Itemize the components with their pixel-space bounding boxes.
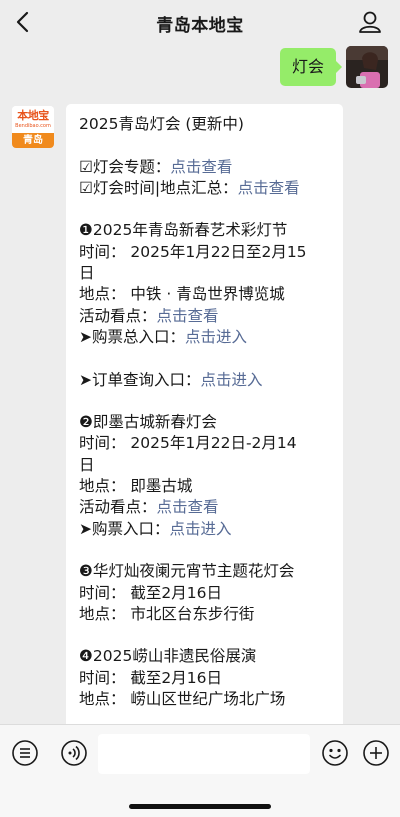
- message-text: ❶2025年青岛新春艺术彩灯节: [79, 221, 288, 240]
- person-icon[interactable]: [356, 8, 384, 36]
- user-avatar[interactable]: [346, 46, 388, 88]
- message-link[interactable]: 点击进入: [170, 520, 232, 538]
- bendibao-logo: 本地宝 Bendibao.com: [12, 106, 54, 134]
- message-text: ☑灯会时间|地点汇总：: [79, 178, 238, 197]
- message-text: ➤订单查询入口：: [79, 370, 201, 389]
- message-link[interactable]: 点击查看: [238, 179, 300, 197]
- message-text: 地点： 崂山区世纪广场北广场: [79, 690, 286, 709]
- message-line: 日: [79, 263, 333, 284]
- message-line: [79, 540, 333, 561]
- input-bar: [0, 724, 400, 817]
- message-text: 地点： 即墨古城: [79, 477, 193, 496]
- message-text: 时间： 截至2月16日: [79, 668, 223, 687]
- message-line: [79, 348, 333, 369]
- message-line: 时间： 2025年1月22日-2月14: [79, 433, 333, 454]
- message-link[interactable]: 点击查看: [157, 498, 219, 516]
- plus-icon[interactable]: [362, 739, 390, 767]
- message-line: 地点： 即墨古城: [79, 476, 333, 497]
- message-line: [79, 710, 333, 724]
- message-text: ☑灯会专题：: [79, 157, 171, 176]
- message-line: [79, 625, 333, 646]
- message-text: 时间： 2025年1月22日-2月14: [79, 434, 297, 453]
- account-avatar[interactable]: 本地宝 Bendibao.com 青岛: [12, 106, 54, 148]
- message-line: 日: [79, 455, 333, 476]
- message-line: ❷即墨古城新春灯会: [79, 412, 333, 433]
- outgoing-bubble[interactable]: 灯会: [279, 48, 343, 86]
- message-link[interactable]: 点击进入: [185, 328, 247, 346]
- message-text: ➤购票入口：: [79, 519, 170, 538]
- voice-icon[interactable]: [60, 739, 88, 767]
- message-text: 日: [79, 264, 95, 283]
- message-line: 2025青岛灯会 (更新中): [79, 114, 333, 135]
- outgoing-message: 灯会: [0, 46, 400, 94]
- message-text: 活动看点：: [79, 306, 157, 325]
- message-line: 时间： 2025年1月22日至2月15: [79, 242, 333, 263]
- message-line: 地点： 崂山区世纪广场北广场: [79, 689, 333, 710]
- message-line: 时间： 截至2月16日: [79, 583, 333, 604]
- nav-bar: 青岛本地宝: [0, 0, 400, 46]
- page-title: 青岛本地宝: [156, 16, 244, 36]
- message-text: ❹2025崂山非遗民俗展演: [79, 647, 257, 666]
- message-line: 活动看点：点击查看: [79, 497, 333, 518]
- message-line: ☑灯会时间|地点汇总：点击查看: [79, 178, 333, 199]
- message-line: 活动看点：点击查看: [79, 306, 333, 327]
- message-text: 活动看点：: [79, 498, 157, 517]
- message-line: 时间： 截至2月16日: [79, 668, 333, 689]
- incoming-bubble[interactable]: 2025青岛灯会 (更新中) ☑灯会专题：点击查看 ☑灯会时间|地点汇总：点击查看 ❶…: [66, 104, 343, 724]
- list-menu-icon[interactable]: [11, 739, 39, 767]
- message-line: ➤购票入口：点击进入: [79, 519, 333, 540]
- message-line: [79, 199, 333, 220]
- city-label: 青岛: [12, 133, 54, 148]
- home-indicator[interactable]: [129, 804, 271, 809]
- message-text: ❸华灯灿夜阑元宵节主题花灯会: [79, 562, 295, 581]
- message-link[interactable]: 点击查看: [170, 158, 232, 176]
- message-link[interactable]: 点击查看: [157, 307, 219, 325]
- message-text: 地点： 市北区台东步行街: [79, 604, 255, 623]
- message-link[interactable]: 点击进入: [201, 371, 263, 389]
- message-line: ❶2025年青岛新春艺术彩灯节: [79, 220, 333, 241]
- emoji-icon[interactable]: [321, 739, 349, 767]
- message-text: 时间： 2025年1月22日至2月15: [79, 242, 307, 261]
- message-text: 时间： 截至2月16日: [79, 583, 223, 602]
- message-line: 地点： 市北区台东步行街: [79, 604, 333, 625]
- message-line: ❹2025崂山非遗民俗展演: [79, 646, 333, 667]
- message-line: 地点： 中铁 · 青岛世界博览城: [79, 284, 333, 305]
- message-text: ➤购票总入口：: [79, 327, 185, 346]
- message-input[interactable]: [98, 734, 310, 774]
- message-line: ➤购票总入口：点击进入: [79, 327, 333, 348]
- message-text: ❷即墨古城新春灯会: [79, 413, 217, 432]
- chat-area[interactable]: 灯会 本地宝 Bendibao.com 青岛 2025青岛灯会 (更新中) ☑灯会…: [0, 46, 400, 724]
- message-line: ➤订单查询入口：点击进入: [79, 370, 333, 391]
- message-text: 地点： 中铁 · 青岛世界博览城: [79, 285, 285, 304]
- message-line: [79, 391, 333, 412]
- message-line: ❸华灯灿夜阑元宵节主题花灯会: [79, 561, 333, 582]
- message-text: 2025青岛灯会 (更新中): [79, 115, 244, 133]
- message-text: 日: [79, 455, 95, 474]
- message-line: ☑灯会专题：点击查看: [79, 157, 333, 178]
- message-line: [79, 135, 333, 156]
